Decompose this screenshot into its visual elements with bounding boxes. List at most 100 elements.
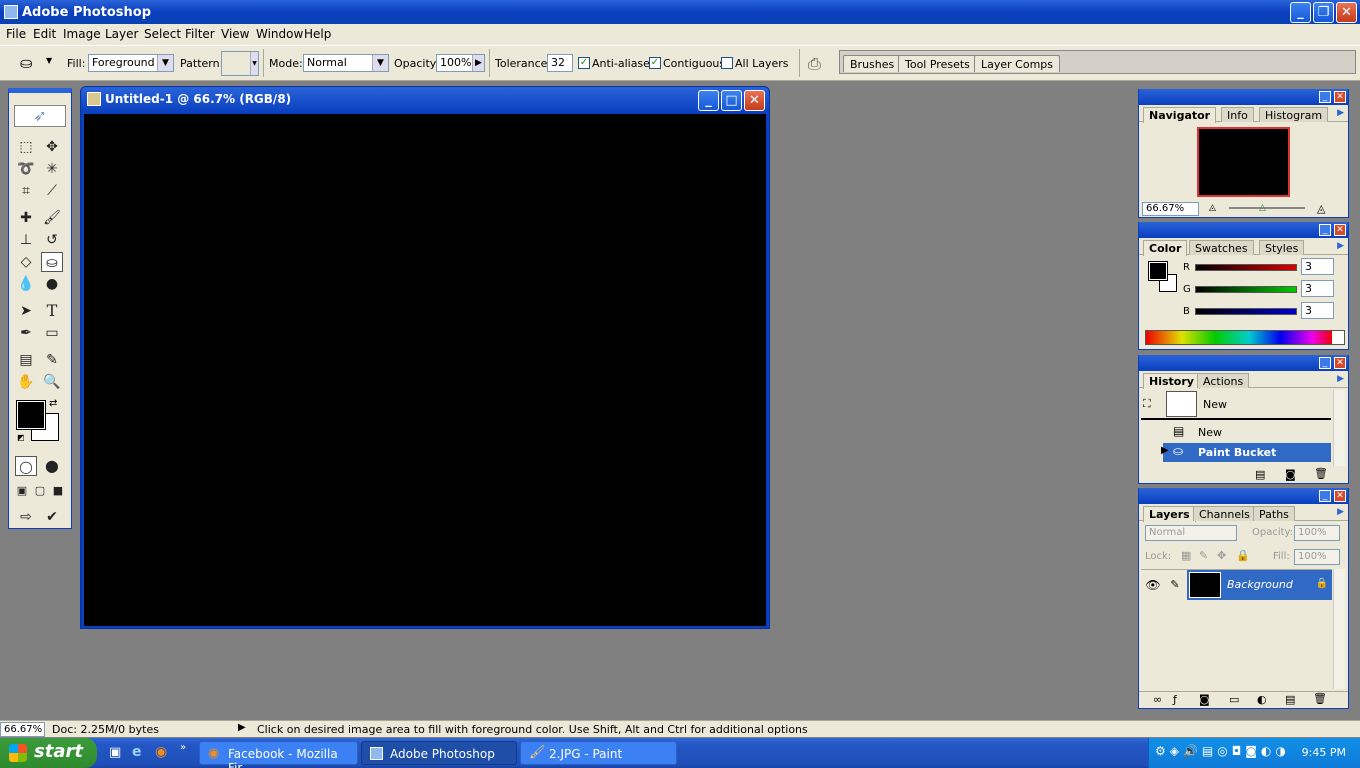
history-brush-tool-icon[interactable]: ↺ — [41, 230, 63, 250]
taskbar-item-firefox[interactable]: ◉ Facebook - Mozilla Fir... — [199, 741, 358, 768]
taskbar-item-paint[interactable]: 🖌 2.JPG - Paint — [520, 741, 677, 765]
menu-filter[interactable]: Filter — [185, 27, 215, 41]
show-desktop-icon[interactable]: ▣ — [109, 745, 121, 760]
panel-close-button[interactable]: ✕ — [1334, 357, 1346, 369]
b-input[interactable]: 3 — [1301, 302, 1334, 319]
foreground-color-swatch[interactable] — [16, 400, 46, 430]
contiguous-label[interactable]: Contiguous — [663, 57, 725, 70]
history-item[interactable]: ▤ New — [1141, 423, 1331, 441]
standard-screen-mode-icon[interactable]: ▣ — [13, 481, 31, 501]
slider-thumb-icon[interactable]: △ — [1259, 203, 1266, 213]
color-foreground-swatch[interactable] — [1148, 261, 1168, 281]
menu-file[interactable]: File — [6, 27, 26, 41]
well-tab-brushes[interactable]: Brushes — [843, 55, 902, 72]
close-button[interactable]: ✕ — [1336, 2, 1357, 23]
internet-explorer-icon[interactable]: e — [132, 744, 142, 760]
layer-selected-area[interactable]: Background 🔒 — [1187, 570, 1332, 600]
tab-navigator[interactable]: Navigator — [1143, 107, 1217, 123]
full-screen-menu-mode-icon[interactable]: ▢ — [31, 481, 49, 501]
firefox-quicklaunch-icon[interactable]: ◉ — [155, 744, 167, 760]
layer-mask-icon[interactable]: ◙ — [1199, 693, 1210, 706]
document-maximize-button[interactable]: □ — [721, 90, 742, 111]
start-button[interactable]: start — [0, 738, 97, 768]
lock-image-icon[interactable]: ✎ — [1199, 549, 1208, 562]
minimize-button[interactable]: _ — [1290, 2, 1311, 23]
navigator-zoom-slider[interactable] — [1229, 207, 1305, 209]
well-tab-layer-comps[interactable]: Layer Comps — [974, 55, 1061, 72]
healing-brush-tool-icon[interactable]: ✚ — [15, 208, 37, 228]
panel-menu-icon[interactable]: ▶ — [1337, 374, 1344, 384]
menu-view[interactable]: View — [221, 27, 249, 41]
tab-actions[interactable]: Actions — [1197, 373, 1250, 388]
lock-transparency-icon[interactable]: ▦ — [1181, 549, 1191, 562]
panel-close-button[interactable]: ✕ — [1334, 490, 1346, 502]
panel-title-bar[interactable]: _ ✕ — [1139, 89, 1348, 105]
new-document-from-state-icon[interactable]: ▤ — [1255, 468, 1265, 481]
lasso-tool-icon[interactable]: ➰ — [15, 159, 37, 179]
layers-fill-input[interactable]: 100% — [1294, 549, 1340, 565]
trash-icon[interactable]: 🗑 — [1314, 467, 1328, 480]
panel-menu-icon[interactable]: ▶ — [1337, 507, 1344, 517]
document-close-button[interactable]: ✕ — [744, 90, 765, 111]
layer-style-icon[interactable]: ƒ — [1173, 693, 1177, 706]
new-snapshot-icon[interactable]: ◙ — [1285, 468, 1296, 481]
adjustment-layer-icon[interactable]: ◐ — [1257, 693, 1267, 706]
check-icon[interactable]: ✔ — [41, 507, 63, 527]
brush-tool-icon[interactable]: 🖌 — [41, 208, 63, 228]
anti-aliased-checkbox[interactable]: ✓ — [578, 57, 590, 69]
layer-row[interactable]: 👁 ✎ Background 🔒 — [1141, 569, 1332, 600]
zoom-tool-icon[interactable]: 🔍 — [41, 372, 63, 392]
taskbar-item-photoshop[interactable]: Adobe Photoshop — [361, 741, 517, 765]
move-tool-icon[interactable]: ✥ — [41, 137, 63, 157]
document-title-bar[interactable]: Untitled-1 @ 66.7% (RGB/8) _ □ ✕ — [81, 87, 769, 113]
file-browser-icon[interactable]: ⎙ — [808, 54, 821, 74]
visibility-eye-icon[interactable]: 👁 — [1143, 570, 1163, 600]
notes-tool-icon[interactable]: ▤ — [15, 350, 37, 370]
clock[interactable]: 9:45 PM — [1302, 746, 1346, 759]
color-ramp[interactable] — [1145, 330, 1345, 345]
panel-menu-icon[interactable]: ▶ — [1337, 108, 1344, 118]
menu-select[interactable]: Select — [144, 27, 181, 41]
g-slider[interactable] — [1195, 286, 1297, 293]
menu-layer[interactable]: Layer — [105, 27, 138, 41]
g-input[interactable]: 3 — [1301, 280, 1334, 297]
panel-minimize-button[interactable]: _ — [1319, 490, 1331, 502]
paint-bucket-preset-icon[interactable]: ⛀ — [20, 54, 33, 72]
b-slider[interactable] — [1195, 308, 1297, 315]
layer-name[interactable]: Background — [1227, 578, 1293, 591]
all-layers-checkbox[interactable] — [721, 57, 733, 69]
full-screen-mode-icon[interactable]: ■ — [49, 481, 67, 501]
navigator-thumbnail[interactable] — [1197, 127, 1290, 197]
tab-layers[interactable]: Layers — [1143, 506, 1196, 522]
navigator-zoom-input[interactable]: 66.67% — [1142, 202, 1199, 216]
tab-channels[interactable]: Channels — [1193, 506, 1256, 521]
hand-tool-icon[interactable]: ✋ — [15, 372, 37, 392]
r-input[interactable]: 3 — [1301, 258, 1334, 275]
jump-to-imageready-icon[interactable]: ⇨ — [15, 507, 37, 527]
marquee-tool-icon[interactable]: ⬚ — [15, 137, 37, 157]
layer-link-brush-icon[interactable]: ✎ — [1165, 570, 1185, 600]
quicklaunch-more-icon[interactable]: » — [180, 742, 186, 753]
history-scrollbar[interactable] — [1333, 390, 1345, 466]
zoom-out-icon[interactable]: ◬ — [1209, 203, 1216, 213]
blur-tool-icon[interactable]: 💧 — [15, 274, 37, 294]
photoshop-feather-icon[interactable]: ➶ — [14, 105, 66, 127]
tab-styles[interactable]: Styles — [1259, 240, 1305, 255]
mode-select[interactable]: Normal ▼ — [303, 54, 389, 72]
standard-mode-icon[interactable]: ◯ — [15, 456, 37, 476]
document-canvas[interactable] — [84, 114, 766, 626]
eraser-tool-icon[interactable]: ◇ — [15, 252, 37, 272]
tab-histogram[interactable]: Histogram — [1259, 107, 1329, 122]
dodge-tool-icon[interactable]: ● — [41, 274, 63, 294]
anti-aliased-label[interactable]: Anti-aliased — [592, 57, 657, 70]
opacity-input[interactable]: 100% ▶ — [436, 54, 485, 72]
menu-help[interactable]: Help — [304, 27, 331, 41]
panel-close-button[interactable]: ✕ — [1334, 91, 1346, 103]
layers-scrollbar[interactable] — [1333, 569, 1345, 689]
crop-tool-icon[interactable]: ⌗ — [15, 181, 37, 201]
all-layers-label[interactable]: All Layers — [735, 57, 789, 70]
r-slider[interactable] — [1195, 264, 1297, 271]
magic-wand-tool-icon[interactable]: ✳ — [41, 159, 63, 179]
tab-color[interactable]: Color — [1143, 240, 1188, 256]
link-layers-icon[interactable]: ∞ — [1153, 693, 1162, 706]
